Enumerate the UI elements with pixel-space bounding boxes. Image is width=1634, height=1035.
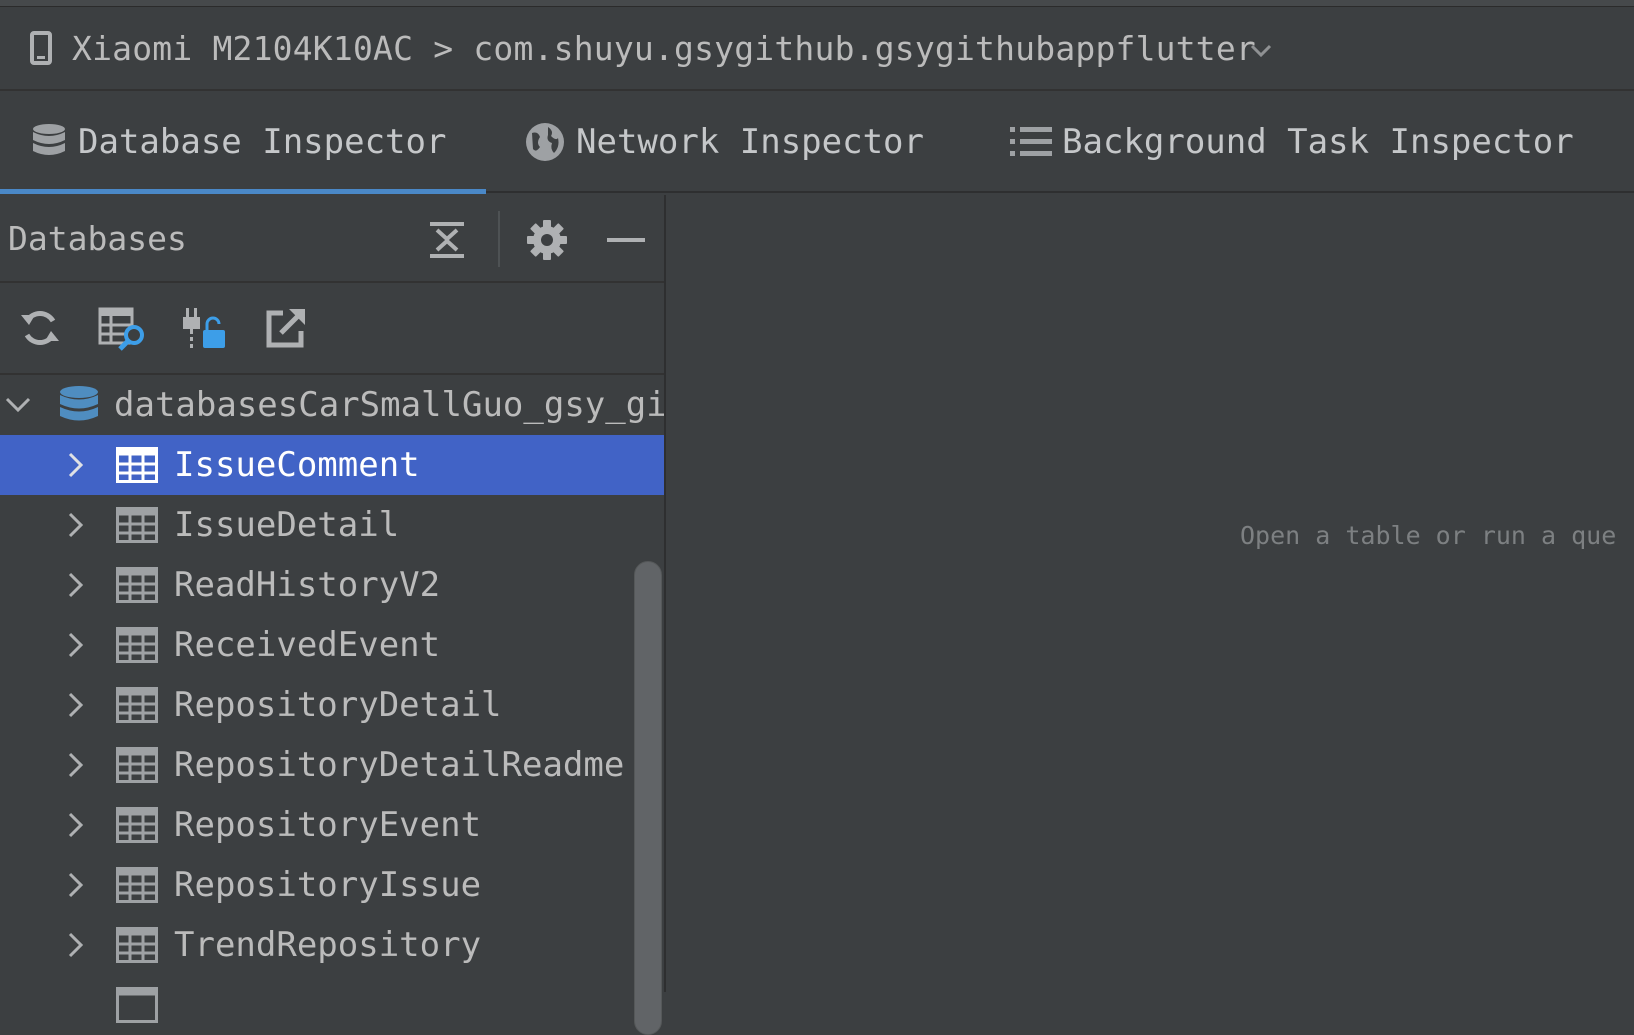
chevron-right-icon[interactable] bbox=[56, 865, 96, 905]
table-name: TrendRepository bbox=[174, 925, 482, 965]
table-name: ReceivedEvent bbox=[174, 625, 441, 665]
run-query-icon[interactable] bbox=[96, 302, 148, 354]
table-name: RepositoryDetailReadme bbox=[174, 745, 625, 785]
tree-table-row[interactable]: RepositoryDetailReadme bbox=[0, 735, 664, 795]
database-node[interactable]: databasesCarSmallGuo_gsy_gi bbox=[0, 375, 664, 435]
chevron-right-icon[interactable] bbox=[56, 925, 96, 965]
tree-table-row[interactable]: ReceivedEvent bbox=[0, 615, 664, 675]
table-icon bbox=[116, 447, 158, 483]
tree-table-row-partial[interactable] bbox=[0, 975, 664, 1035]
empty-state-message: Open a table or run a que bbox=[1240, 521, 1617, 550]
chevron-right-icon[interactable] bbox=[56, 505, 96, 545]
chevron-right-icon[interactable] bbox=[56, 805, 96, 845]
list-icon bbox=[1010, 125, 1052, 159]
database-icon bbox=[30, 122, 68, 162]
tab-network-inspector[interactable]: Network Inspector bbox=[486, 92, 924, 192]
tree-table-row[interactable]: IssueDetail bbox=[0, 495, 664, 555]
minimize-icon[interactable] bbox=[603, 217, 649, 263]
databases-panel: Databases databasesCarSmallGuo_gsy_gi Is… bbox=[0, 195, 666, 1035]
database-icon bbox=[58, 384, 100, 426]
table-icon bbox=[116, 567, 158, 603]
table-name: RepositoryDetail bbox=[174, 685, 502, 725]
chevron-down-icon[interactable] bbox=[4, 385, 32, 425]
refresh-icon[interactable] bbox=[14, 302, 66, 354]
databases-toolbar bbox=[0, 283, 664, 375]
tab-label: Background Task Inspector bbox=[1062, 122, 1574, 162]
table-view-area: Open a table or run a que bbox=[668, 195, 1634, 992]
tree-table-row[interactable]: TrendRepository bbox=[0, 915, 664, 975]
table-icon bbox=[116, 687, 158, 723]
table-icon bbox=[116, 807, 158, 843]
chevron-right-icon[interactable] bbox=[56, 565, 96, 605]
chevron-down-icon[interactable] bbox=[1250, 39, 1272, 64]
database-tree: databasesCarSmallGuo_gsy_gi IssueComment bbox=[0, 375, 664, 1035]
device-selector[interactable]: Xiaomi M2104K10AC > com.shuyu.gsygithub.… bbox=[0, 7, 1634, 91]
phone-icon bbox=[30, 31, 52, 65]
tab-label: Network Inspector bbox=[576, 122, 924, 162]
tab-database-inspector[interactable]: Database Inspector bbox=[0, 92, 486, 194]
header-separator bbox=[498, 211, 500, 267]
gear-icon[interactable] bbox=[524, 217, 570, 263]
globe-icon bbox=[524, 121, 566, 163]
tree-table-row[interactable]: ReadHistoryV2 bbox=[0, 555, 664, 615]
table-icon bbox=[116, 627, 158, 663]
chevron-right-icon[interactable] bbox=[56, 685, 96, 725]
table-icon bbox=[116, 927, 158, 963]
table-icon bbox=[116, 987, 158, 1023]
keep-connections-icon[interactable] bbox=[178, 302, 230, 354]
database-name: databasesCarSmallGuo_gsy_gi bbox=[114, 385, 664, 425]
table-icon bbox=[116, 747, 158, 783]
tree-table-row[interactable]: RepositoryDetail bbox=[0, 675, 664, 735]
inspector-tabs: Database Inspector Network Inspector Bac… bbox=[0, 92, 1634, 194]
table-name: IssueComment bbox=[174, 445, 420, 485]
panel-title: Databases bbox=[8, 218, 187, 258]
table-icon bbox=[116, 507, 158, 543]
table-name: IssueDetail bbox=[174, 505, 400, 545]
window-top-strip bbox=[0, 0, 1634, 7]
tree-table-row[interactable]: IssueComment bbox=[0, 435, 664, 495]
tree-table-row[interactable]: RepositoryIssue bbox=[0, 855, 664, 915]
chevron-right-icon[interactable] bbox=[56, 745, 96, 785]
tab-background-task-inspector[interactable]: Background Task Inspector bbox=[924, 92, 1574, 192]
table-icon bbox=[116, 867, 158, 903]
tab-label: Database Inspector bbox=[78, 122, 447, 162]
chevron-right-icon[interactable] bbox=[56, 445, 96, 485]
export-icon[interactable] bbox=[260, 302, 312, 354]
chevron-right-icon[interactable] bbox=[56, 625, 96, 665]
table-name: ReadHistoryV2 bbox=[174, 565, 441, 605]
collapse-all-icon[interactable] bbox=[424, 217, 470, 263]
tree-scrollbar[interactable] bbox=[634, 561, 662, 1035]
device-label: Xiaomi M2104K10AC > com.shuyu.gsygithub.… bbox=[72, 28, 1256, 68]
tree-table-row[interactable]: RepositoryEvent bbox=[0, 795, 664, 855]
table-name: RepositoryEvent bbox=[174, 805, 482, 845]
databases-panel-header: Databases bbox=[0, 195, 664, 283]
table-name: RepositoryIssue bbox=[174, 865, 482, 905]
